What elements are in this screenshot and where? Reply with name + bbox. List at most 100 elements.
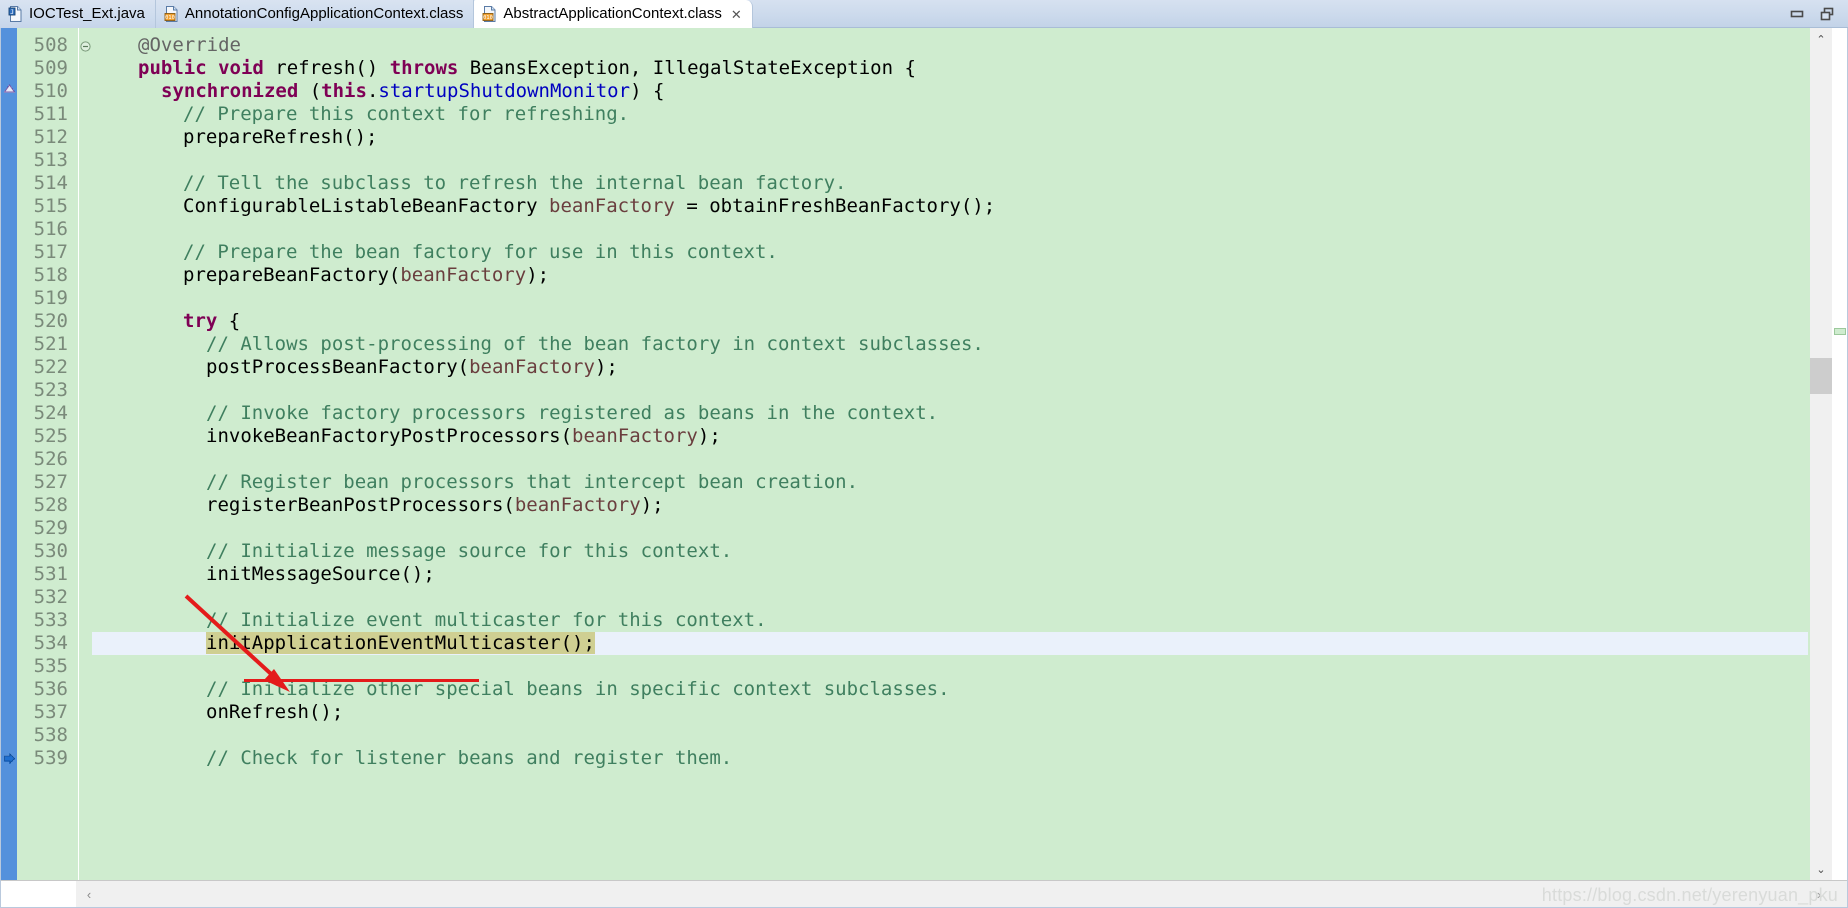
code-token: this [321,80,367,102]
minimize-icon[interactable] [1790,7,1804,21]
horizontal-scrollbar[interactable]: ‹ › https://blog.csdn.net/yerenyuan_pku [0,880,1848,908]
code-token: @Override [138,34,241,56]
scroll-down-button[interactable]: ⌄ [1810,858,1832,880]
tab-close-icon[interactable]: ✕ [731,8,742,21]
code-token: { [217,310,241,332]
java-file-icon: J [8,6,24,22]
line-number: 512 [33,126,68,148]
line-number: 521 [33,333,68,355]
code-line[interactable]: invokeBeanFactoryPostProcessors(beanFact… [206,425,721,448]
code-token: // Allows post-processing of the bean fa… [206,333,984,355]
code-line[interactable]: registerBeanPostProcessors(beanFactory); [206,494,664,517]
vertical-scrollbar[interactable]: ⌃ ⌄ [1810,28,1832,880]
code-token: ); [526,264,550,286]
code-token: postProcessBeanFactory( [206,356,470,378]
scroll-up-button[interactable]: ⌃ [1810,28,1832,50]
line-number: 514 [33,172,68,194]
code-line[interactable]: // Prepare the bean factory for use in t… [183,241,778,264]
scroll-left-button[interactable]: ‹ [80,881,98,908]
line-number: 523 [33,379,68,401]
editor-tab-1[interactable]: J IOCTest_Ext.java [0,0,156,28]
code-line[interactable]: prepareBeanFactory(beanFactory); [183,264,549,287]
line-number: 537 [33,701,68,723]
line-number: 534 [33,632,68,654]
editor-tab-label: IOCTest_Ext.java [29,5,145,22]
code-line[interactable]: // Initialize message source for this co… [206,540,732,563]
code-token: ); [640,494,664,516]
code-line[interactable]: // Check for listener beans and register… [206,747,732,770]
code-token: // Register bean processors that interce… [206,471,859,493]
selected-code-token: initApplicationEventMulticaster(); [206,632,595,654]
fold-collapse-icon[interactable] [80,39,91,52]
code-token: void [218,57,264,79]
code-token: beanFactory [400,264,527,286]
code-line[interactable]: postProcessBeanFactory(beanFactory); [206,356,618,379]
line-number: 520 [33,310,68,332]
code-line[interactable]: initApplicationEventMulticaster(); [206,632,595,655]
code-token: ); [594,356,618,378]
overview-up-marker-icon [3,80,16,93]
code-token: beanFactory [549,195,675,217]
line-number: 525 [33,425,68,447]
code-line[interactable]: @Override [138,34,241,57]
code-token: beanFactory [469,356,595,378]
line-number: 519 [33,287,68,309]
red-underline-annotation [244,679,479,682]
code-line[interactable]: try { [183,310,240,333]
svg-text:J: J [10,9,14,16]
class-file-icon: 010 [482,6,498,22]
line-number: 509 [33,57,68,79]
editor-tab-2[interactable]: 010 AnnotationConfigApplicationContext.cl… [155,0,475,28]
code-line[interactable]: ConfigurableListableBeanFactory beanFact… [183,195,995,218]
code-token: . [366,80,379,102]
eclipse-editor-window: J IOCTest_Ext.java 010 AnnotationConfigAppl… [0,0,1848,908]
code-text-area[interactable]: @Override public void refresh() throws Be… [92,28,1808,880]
code-line[interactable]: // Initialize event multicaster for this… [206,609,767,632]
code-line[interactable]: // Tell the subclass to refresh the inte… [183,172,846,195]
editor-tab-bar: J IOCTest_Ext.java 010 AnnotationConfigAppl… [0,0,1848,28]
code-token: throws [389,57,459,79]
code-line[interactable]: // Invoke factory processors registered … [206,402,938,425]
overview-ruler-mark [1834,328,1846,335]
current-line-marker-icon [4,751,16,764]
editor-tab-3[interactable]: 010 AbstractApplicationContext.class ✕ [474,0,753,28]
vertical-scroll-thumb[interactable] [1810,358,1832,394]
folding-ruler[interactable] [79,28,92,880]
code-token: ); [697,425,721,447]
line-number: 508 [33,34,68,56]
line-number: 516 [33,218,68,240]
code-editor[interactable]: 508 509 510 511 512 513 514 515 516 517 518 519 520 5… [0,28,1848,880]
line-number: 531 [33,563,68,585]
window-controls [1790,0,1834,28]
code-token: beanFactory [572,425,698,447]
line-number: 532 [33,586,68,608]
code-line[interactable]: initMessageSource(); [206,563,435,586]
overview-ruler[interactable] [1832,28,1848,880]
code-line[interactable]: public void refresh() throws BeansExcept… [138,57,916,80]
editor-tab-label: AnnotationConfigApplicationContext.class [184,5,464,22]
code-line[interactable]: // Register bean processors that interce… [206,471,858,494]
code-token: public [138,57,207,79]
code-line[interactable]: prepareRefresh(); [183,126,377,149]
line-number: 522 [33,356,68,378]
line-number: 526 [33,448,68,470]
code-token: BeansException, IllegalStateException { [458,57,916,79]
code-line[interactable]: synchronized (this.startupShutdownMonito… [161,80,664,103]
code-token: synchronized [161,80,299,102]
watermark-text: https://blog.csdn.net/yerenyuan_pku [1541,885,1838,905]
line-number: 529 [33,517,68,539]
code-token: ) { [630,80,665,102]
annotation-ruler[interactable] [1,28,17,880]
line-number: 530 [33,540,68,562]
code-token: prepareBeanFactory( [183,264,401,286]
code-line[interactable]: // Allows post-processing of the bean fa… [206,333,984,356]
code-token: // Check for listener beans and register… [206,747,733,769]
code-token: initMessageSource(); [206,563,435,585]
code-line[interactable]: // Prepare this context for refreshing. [183,103,629,126]
code-line[interactable]: onRefresh(); [206,701,343,724]
code-token: invokeBeanFactoryPostProcessors( [206,425,573,447]
line-number: 536 [33,678,68,700]
code-token: // Prepare this context for refreshing. [183,103,630,125]
restore-icon[interactable] [1820,7,1834,21]
